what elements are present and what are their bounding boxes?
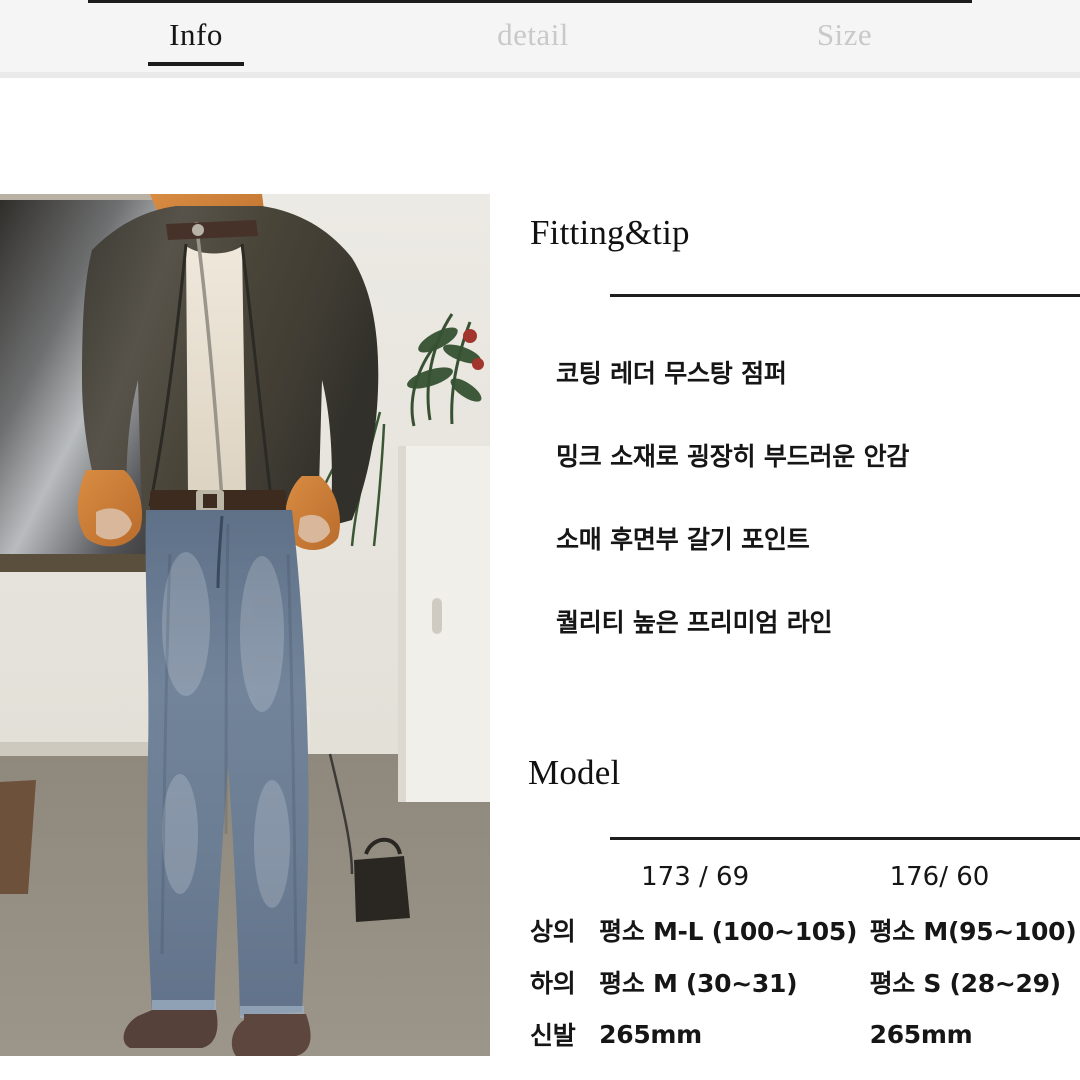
model-table-body: 상의 평소 M-L (100~105) 평소 M(95~100) 하의 평소 M…: [518, 904, 1080, 1060]
info-panel: Fitting&tip 코팅 레더 무스탕 점퍼 밍크 소재로 굉장히 부드러운…: [490, 194, 1080, 1080]
tab-size-label: Size: [816, 17, 873, 52]
row-label-shoes: 신발: [530, 1021, 576, 1050]
fitting-tip-item: 퀄리티 높은 프리미엄 라인: [556, 608, 833, 637]
row-label-top: 상의: [530, 917, 576, 946]
table-header-row: 173 / 69 176/ 60: [518, 849, 1080, 904]
model-col-header-b: 176/ 60: [889, 861, 990, 892]
table-row: 상의 평소 M-L (100~105) 평소 M(95~100): [518, 904, 1080, 956]
tab-bar-bottom-divider: [0, 72, 1080, 78]
model-divider: [610, 837, 1080, 840]
row-value-a: 평소 M (30~31): [599, 969, 798, 998]
model-title: Model: [528, 753, 621, 792]
fitting-tip-title: Fitting&tip: [530, 213, 690, 252]
model-size-table: 173 / 69 176/ 60 상의 평소 M-L (100~105) 평소 …: [518, 849, 1080, 1060]
fitting-tip-list: 코팅 레더 무스탕 점퍼 밍크 소재로 굉장히 부드러운 안감 소매 후면부 갈…: [556, 359, 1076, 638]
row-value-b: 265mm: [869, 1019, 973, 1049]
tab-detail-label: detail: [497, 17, 569, 52]
row-value-a: 265mm: [599, 1019, 702, 1049]
tab-size[interactable]: Size: [762, 16, 927, 54]
row-value-b: 평소 S (28~29): [869, 969, 1062, 998]
tab-active-underline: [148, 62, 244, 66]
product-photo[interactable]: [0, 194, 490, 1056]
fitting-tip-item: 밍크 소재로 굉장히 부드러운 안감: [556, 442, 910, 471]
model-table-head: 173 / 69 176/ 60: [518, 849, 1080, 904]
tab-info[interactable]: Info: [126, 16, 266, 66]
tab-bar: Info detail Size: [0, 0, 1080, 72]
tab-detail[interactable]: detail: [443, 16, 623, 54]
fitting-tip-item: 소매 후면부 갈기 포인트: [556, 525, 810, 554]
row-value-b: 평소 M(95~100): [869, 917, 1077, 946]
row-label-bottom: 하의: [530, 969, 576, 998]
tab-info-label: Info: [169, 17, 223, 52]
fitting-tip-item: 코팅 레더 무스탕 점퍼: [556, 359, 787, 388]
table-row: 하의 평소 M (30~31) 평소 S (28~29): [518, 956, 1080, 1008]
row-value-a: 평소 M-L (100~105): [599, 917, 858, 946]
table-row: 신발 265mm 265mm: [518, 1008, 1080, 1060]
model-col-header-a: 173 / 69: [641, 861, 750, 892]
fitting-tip-divider: [610, 294, 1080, 297]
model-col-spacer: [518, 849, 585, 904]
tab-list: Info detail Size: [0, 0, 1080, 72]
